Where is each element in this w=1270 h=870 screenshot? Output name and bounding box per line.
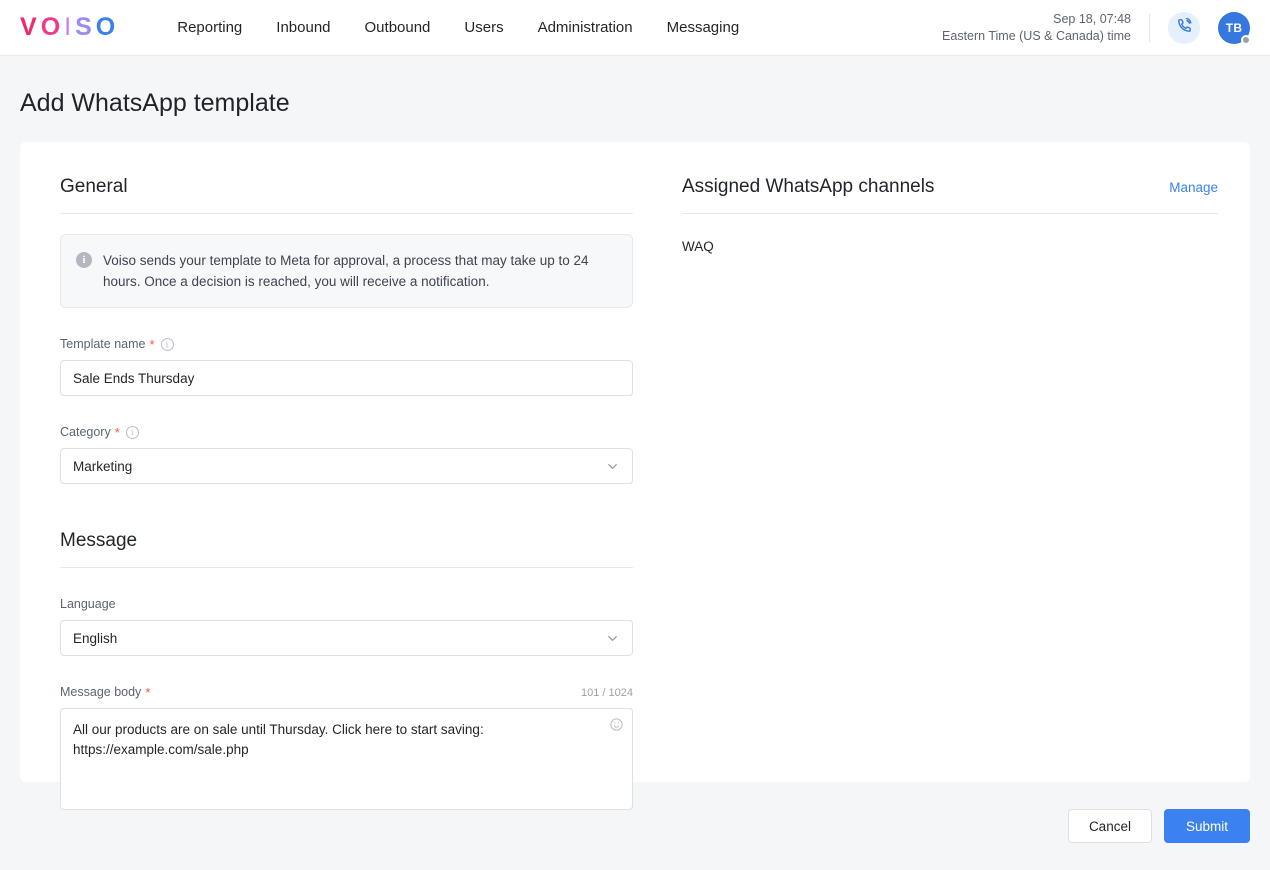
avatar-status-dot (1241, 34, 1251, 45)
info-icon: i (76, 252, 92, 268)
channels-column: Assigned WhatsApp channels Manage WAQ (660, 142, 1250, 782)
category-field: Category * i Marketing (60, 424, 633, 484)
logo-letter-s: S (75, 13, 96, 41)
message-body-char-counter: 101 / 1024 (581, 686, 633, 699)
logo-letter-i: I (64, 13, 76, 41)
message-section-title: Message (60, 530, 138, 551)
approval-info-text: Voiso sends your template to Meta for ap… (103, 253, 589, 289)
chevron-down-icon (605, 459, 620, 474)
phone-call-button[interactable] (1168, 11, 1200, 44)
template-name-label-row: Template name * i (60, 336, 633, 353)
template-name-label-text: Template name (60, 337, 146, 351)
channels-section-title: Assigned WhatsApp channels (682, 176, 935, 197)
nav-item-outbound[interactable]: Outbound (365, 18, 431, 38)
message-body-label-text: Message body (60, 685, 142, 699)
nav-item-messaging[interactable]: Messaging (667, 18, 740, 38)
current-datetime: Sep 18, 07:48 (1053, 11, 1131, 26)
general-column: General i Voiso sends your template to M… (20, 142, 660, 810)
language-selected-value: English (73, 630, 118, 646)
category-select[interactable]: Marketing (60, 448, 633, 484)
template-name-label: Template name * i (60, 336, 174, 353)
logo-letter-o2: O (95, 13, 120, 41)
nav-item-users[interactable]: Users (464, 18, 503, 38)
template-name-input[interactable] (60, 360, 633, 396)
category-label-text: Category (60, 425, 111, 439)
form-card: General i Voiso sends your template to M… (20, 142, 1250, 810)
general-section-head: General (60, 174, 660, 213)
top-header: V O I S O Reporting Inbound Outbound Use… (0, 0, 1270, 56)
user-avatar-button[interactable]: TB (1218, 11, 1251, 45)
header-divider (1149, 13, 1150, 42)
category-selected-value: Marketing (73, 458, 133, 474)
language-label: Language (60, 596, 116, 613)
nav-item-reporting[interactable]: Reporting (177, 18, 242, 38)
nav-item-administration[interactable]: Administration (538, 18, 633, 38)
general-section-title: General (60, 176, 128, 197)
template-name-info-circle-icon[interactable]: i (160, 338, 174, 351)
category-label-row: Category * i (60, 424, 633, 441)
chevron-down-icon (605, 631, 620, 646)
submit-button[interactable]: Submit (1163, 809, 1250, 843)
cancel-button[interactable]: Cancel (1067, 809, 1152, 843)
message-divider (60, 567, 633, 568)
general-divider (60, 213, 633, 214)
approval-info-banner: i Voiso sends your template to Meta for … (60, 234, 633, 308)
language-select[interactable]: English (60, 620, 633, 656)
voiso-logo[interactable]: V O I S O (20, 13, 119, 42)
manage-channels-link[interactable]: Manage (1169, 180, 1218, 195)
logo-letter-v: V (20, 13, 41, 41)
page-title: Add WhatsApp template (20, 89, 290, 117)
form-footer: Cancel Submit (0, 782, 1270, 870)
language-field: Language English (60, 596, 633, 656)
template-name-field: Template name * i (60, 336, 633, 396)
category-info-circle-icon[interactable]: i (125, 426, 139, 439)
template-name-required-mark: * (149, 337, 155, 352)
message-body-required-mark: * (145, 685, 151, 700)
language-label-text: Language (60, 597, 116, 611)
phone-call-icon (1176, 17, 1193, 39)
message-body-label-row: Message body * 101 / 1024 (60, 684, 633, 701)
channels-section-head: Assigned WhatsApp channels Manage (682, 174, 1218, 213)
language-label-row: Language (60, 596, 633, 613)
clock-block: Sep 18, 07:48 Eastern Time (US & Canada)… (942, 11, 1131, 45)
list-item[interactable]: WAQ (682, 214, 1218, 256)
logo-letter-o1: O (40, 13, 65, 41)
header-right-cluster: Sep 18, 07:48 Eastern Time (US & Canada)… (942, 11, 1251, 45)
current-timezone: Eastern Time (US & Canada) time (942, 28, 1131, 43)
main-nav: Reporting Inbound Outbound Users Adminis… (177, 18, 739, 38)
category-label: Category * i (60, 424, 139, 441)
message-section-head: Message (60, 528, 660, 567)
nav-item-inbound[interactable]: Inbound (276, 18, 330, 38)
category-required-mark: * (114, 425, 120, 440)
smiley-icon[interactable] (609, 717, 624, 732)
message-body-label: Message body * (60, 684, 150, 701)
